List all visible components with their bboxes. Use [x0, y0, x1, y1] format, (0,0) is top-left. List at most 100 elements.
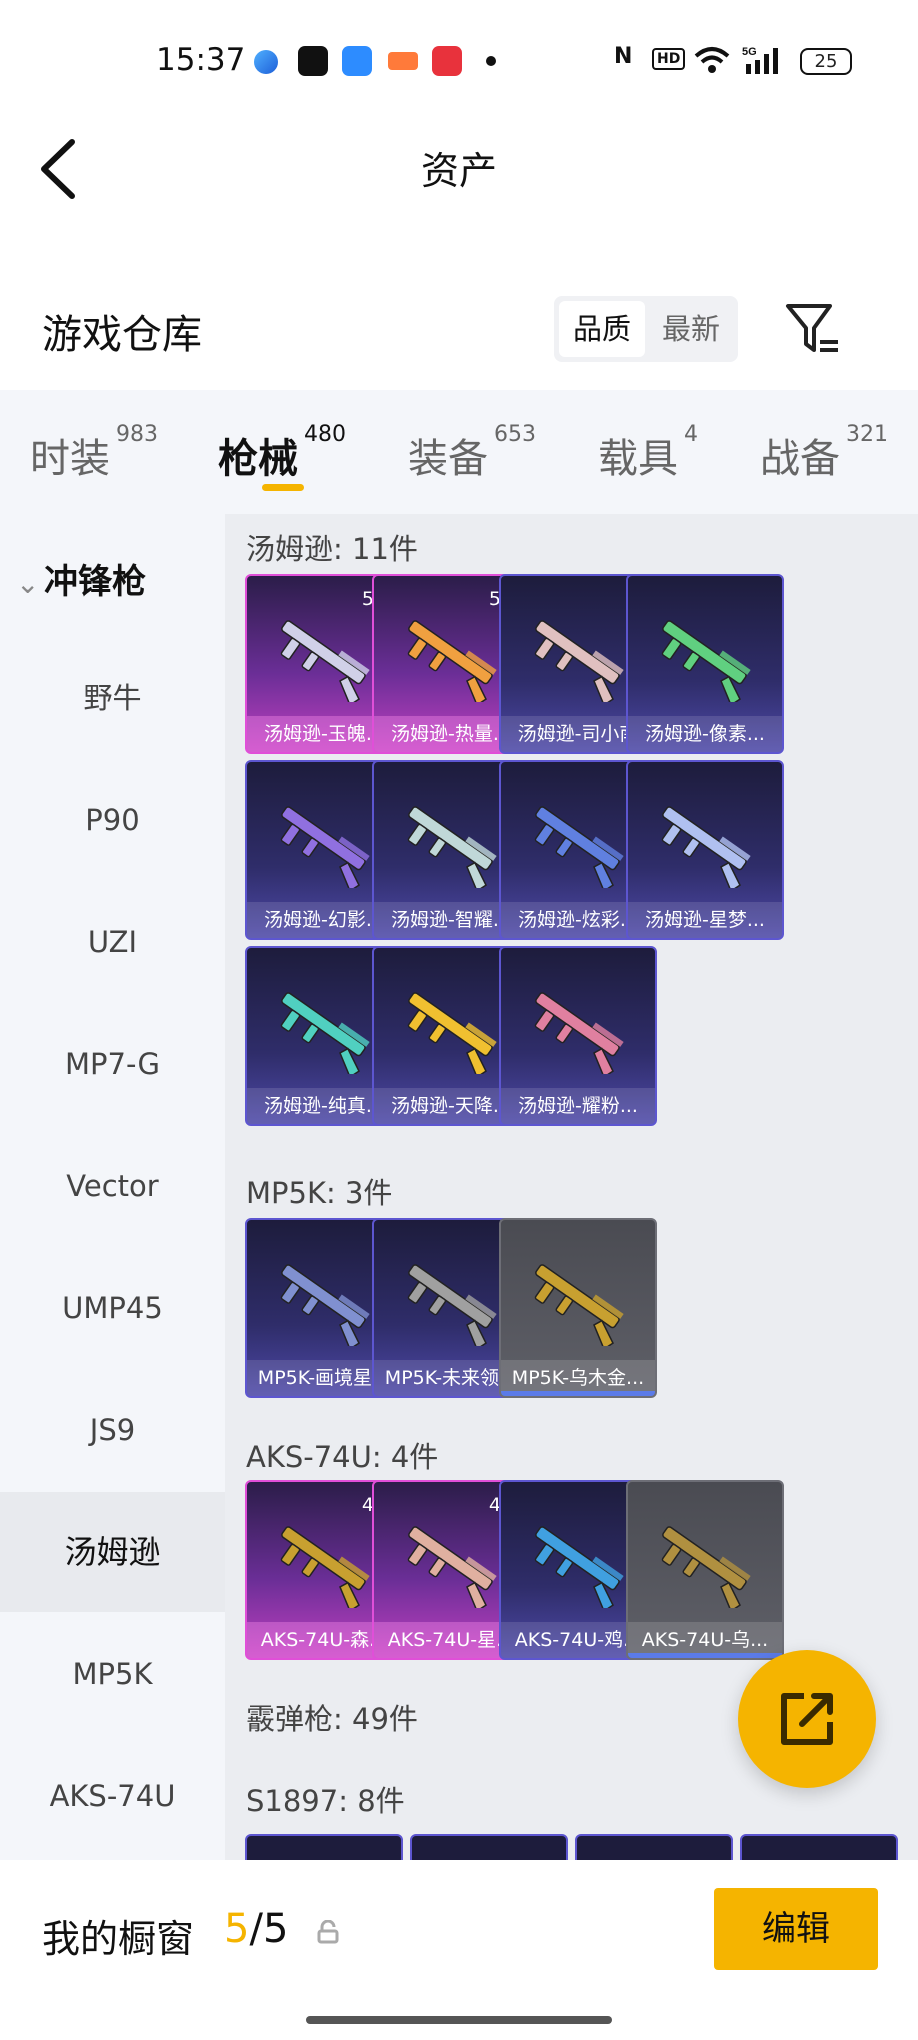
weapon-skin-image [646, 612, 766, 707]
weapon-skin-image [519, 798, 639, 893]
weapon-skin-image [265, 798, 385, 893]
weapon-name: 汤姆逊-耀粉... [501, 1088, 655, 1124]
weapon-skin-image [265, 1256, 385, 1351]
weapon-skin-image [646, 798, 766, 893]
sidebar-group-smg[interactable]: ⌄ 冲锋枪 [16, 554, 146, 603]
hd-icon: HD [652, 48, 686, 70]
tab-supplies[interactable]: 战备321 [760, 422, 888, 484]
weapon-sidebar: ⌄ 冲锋枪 野牛 P90 UZI MP7-G Vector UMP45 JS9 汤… [0, 514, 225, 1860]
status-bar: 15:37 N HD 5G 25 [0, 0, 918, 120]
tab-fashion[interactable]: 时装983 [30, 422, 158, 484]
weapon-skin-image [392, 984, 512, 1079]
section-title-aks74u: AKS-74U: 4件 [246, 1440, 439, 1474]
tiktok-icon [298, 46, 328, 76]
weapon-skin-image [646, 1518, 766, 1613]
tab-count: 983 [116, 422, 158, 447]
showcase-total: 5 [262, 1906, 289, 1952]
filter-icon[interactable] [784, 300, 844, 360]
tab-label: 枪械 [218, 436, 298, 482]
sidebar-item-aks74u[interactable]: AKS-74U [0, 1736, 225, 1856]
rarity-bar [628, 1653, 782, 1658]
weapon-card-partial[interactable] [740, 1834, 898, 1860]
rarity-bar [501, 1391, 655, 1396]
chevron-down-icon: ⌄ [16, 567, 40, 600]
sidebar-item-ump45[interactable]: UMP45 [0, 1248, 225, 1368]
sort-newest-button[interactable]: 最新 [648, 301, 734, 357]
weapon-skin-image [519, 1518, 639, 1613]
warehouse-title: 游戏仓库 [42, 312, 202, 358]
tab-equipment[interactable]: 装备653 [408, 422, 536, 484]
sidebar-item-bizon[interactable]: 野牛 [0, 638, 225, 758]
weapon-name: 汤姆逊-像素... [628, 716, 782, 752]
section-title-shotgun: 霰弹枪: 49件 [246, 1702, 418, 1736]
section-title-mp5k: MP5K: 3件 [246, 1176, 393, 1210]
sidebar-item-mp7g[interactable]: MP7-G [0, 1004, 225, 1124]
share-out-icon [781, 1693, 833, 1745]
tab-count: 4 [684, 422, 698, 447]
sidebar-item-mp5k[interactable]: MP5K [0, 1614, 225, 1734]
calendar-app-icon [342, 46, 372, 76]
signal-icon: 5G [742, 46, 778, 74]
share-button[interactable] [738, 1650, 876, 1788]
app-notification-icon [254, 50, 278, 74]
weapon-card-partial[interactable] [245, 1834, 403, 1860]
sidebar-item-uzi[interactable]: UZI [0, 882, 225, 1002]
weapon-card[interactable]: MP5K-乌木金... [499, 1218, 657, 1398]
sidebar-item-js9[interactable]: JS9 [0, 1370, 225, 1490]
weapon-name: 汤姆逊-星梦... [628, 902, 782, 938]
section-title-s1897: S1897: 8件 [246, 1784, 405, 1818]
weapon-skin-image [519, 612, 639, 707]
page-title: 资产 [420, 149, 497, 193]
tab-vehicles[interactable]: 载具4 [598, 422, 698, 484]
lock-icon [317, 1920, 339, 1944]
status-time: 15:37 [156, 42, 246, 78]
tab-firearms[interactable]: 枪械480 [218, 422, 346, 484]
weapon-card[interactable]: 汤姆逊-耀粉... [499, 946, 657, 1126]
music-app-icon [432, 46, 462, 76]
tab-label: 装备 [408, 436, 488, 482]
weapon-card-partial[interactable] [575, 1834, 733, 1860]
weapon-skin-image [265, 612, 385, 707]
tab-label: 载具 [598, 436, 678, 482]
weapon-skin-image [265, 984, 385, 1079]
weapon-skin-image [265, 1518, 385, 1613]
weapon-skin-image [392, 798, 512, 893]
edit-button[interactable]: 编辑 [714, 1888, 878, 1970]
weapon-skin-image [392, 612, 512, 707]
showcase-count: 5/5 [224, 1906, 289, 1952]
nfc-icon: N [614, 44, 633, 69]
more-notifications-icon [486, 56, 496, 66]
tab-count: 480 [304, 422, 346, 447]
battery-level: 25 [814, 51, 838, 72]
weapon-skin-image [519, 984, 639, 1079]
weapon-card-partial[interactable] [410, 1834, 568, 1860]
sidebar-group-label: 冲锋枪 [44, 562, 146, 602]
sort-toggle: 品质 最新 [554, 296, 738, 362]
sidebar-item-thompson[interactable]: 汤姆逊 [0, 1492, 225, 1612]
battery-icon: 25 [800, 48, 852, 75]
weapon-card[interactable]: AKS-74U-乌... [626, 1480, 784, 1660]
weapon-card[interactable]: 汤姆逊-星梦... [626, 760, 784, 940]
tab-count: 653 [494, 422, 536, 447]
showcase-label: 我的橱窗 [42, 1917, 195, 1961]
showcase-bar: 我的橱窗 5/5 编辑 [0, 1860, 918, 2040]
sort-quality-button[interactable]: 品质 [559, 301, 646, 357]
home-indicator[interactable] [306, 2016, 612, 2024]
tab-label: 战备 [760, 436, 840, 482]
sidebar-item-vector[interactable]: Vector [0, 1126, 225, 1246]
category-tabs: 时装983 枪械480 装备653 载具4 战备321 [0, 390, 918, 514]
tab-count: 321 [846, 422, 888, 447]
weapon-card[interactable]: 汤姆逊-像素... [626, 574, 784, 754]
weapon-skin-image [392, 1256, 512, 1351]
top-bar: 资产 [0, 130, 918, 220]
section-title-thompson: 汤姆逊: 11件 [246, 532, 418, 566]
wifi-icon [694, 47, 730, 73]
sidebar-item-p90[interactable]: P90 [0, 760, 225, 880]
showcase-current: 5 [224, 1906, 250, 1952]
active-tab-indicator [262, 484, 304, 491]
weapon-skin-image [519, 1256, 639, 1351]
weapon-skin-image [392, 1518, 512, 1613]
game-app-icon [388, 52, 418, 70]
svg-text:5G: 5G [742, 46, 757, 58]
tab-label: 时装 [30, 436, 110, 482]
